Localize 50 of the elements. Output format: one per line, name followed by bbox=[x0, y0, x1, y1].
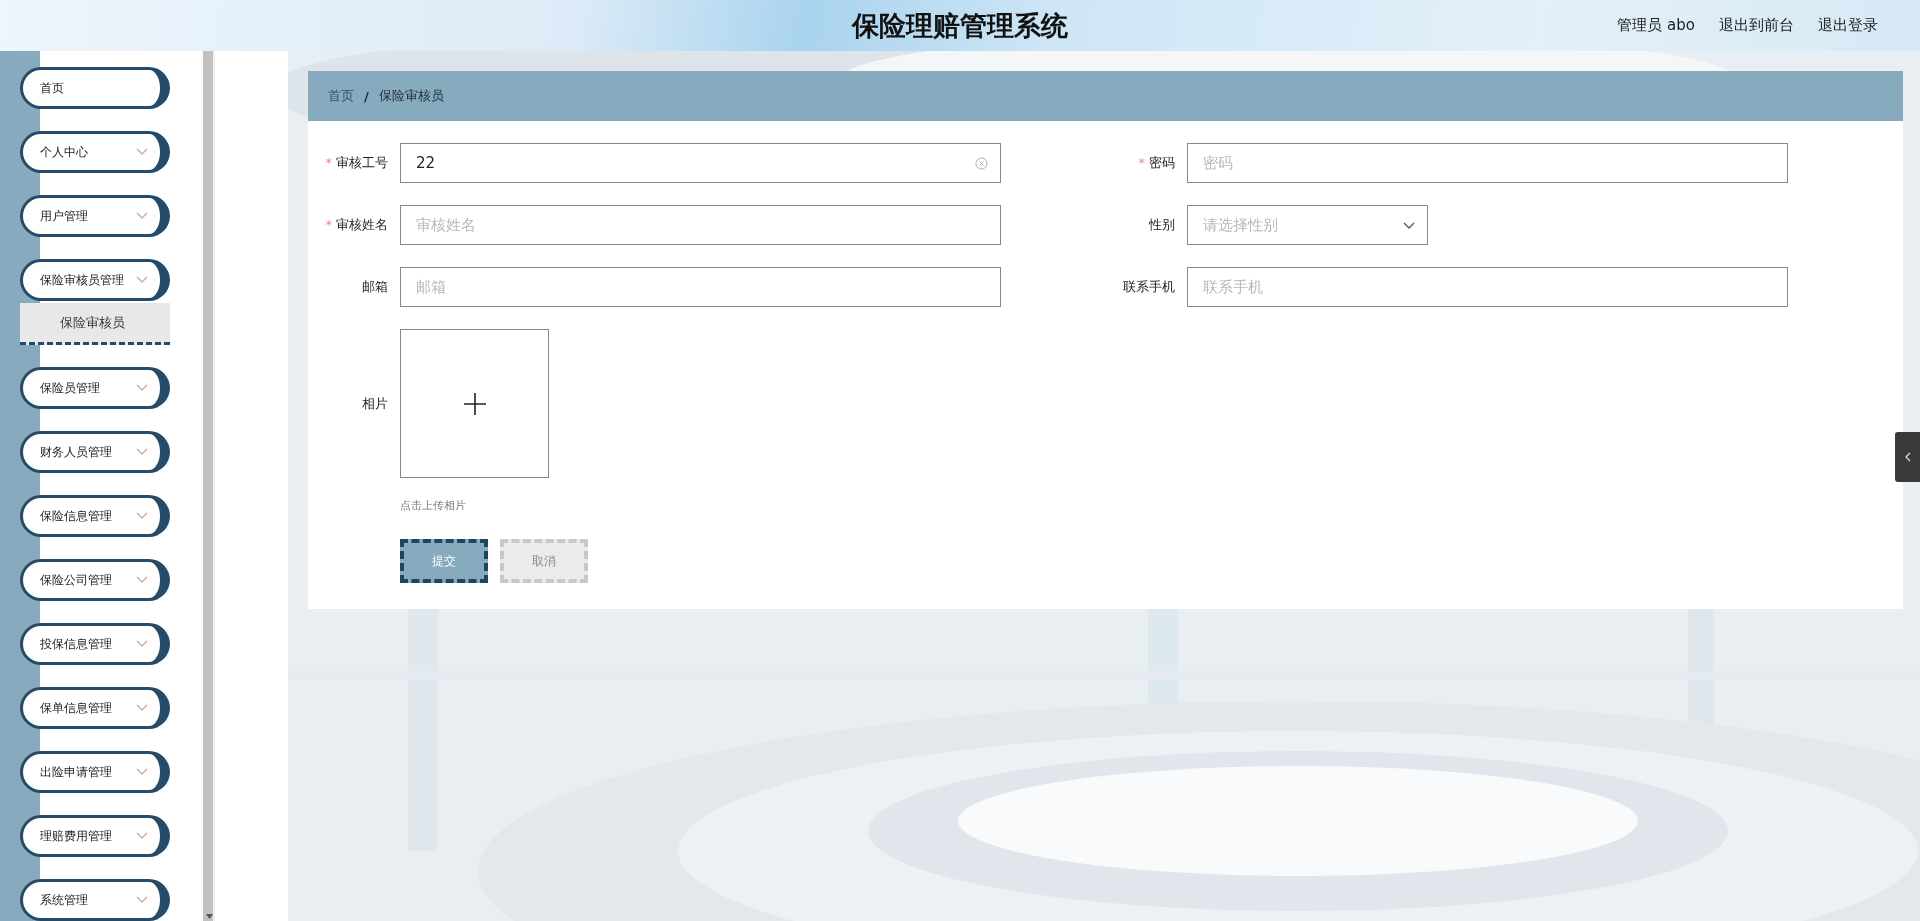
menu-item[interactable]: 系统管理 bbox=[20, 879, 170, 921]
menu-item[interactable]: 首页 bbox=[20, 67, 170, 109]
chevron-down-icon bbox=[136, 148, 148, 156]
upload-hint: 点击上传相片 bbox=[400, 498, 467, 513]
chevron-down-icon bbox=[136, 276, 148, 284]
clear-icon[interactable] bbox=[975, 156, 988, 170]
chevron-down-icon bbox=[136, 384, 148, 392]
header-link[interactable]: 退出登录 bbox=[1818, 16, 1878, 35]
menu-item[interactable]: 出险申请管理 bbox=[20, 751, 170, 793]
submenu-item[interactable]: 保险审核员 bbox=[20, 303, 170, 345]
field-label: 邮箱 bbox=[361, 278, 388, 296]
field-label: * 审核工号 bbox=[324, 154, 388, 172]
menu-item[interactable]: 财务人员管理 bbox=[20, 431, 170, 473]
field-label: * 审核姓名 bbox=[324, 216, 388, 234]
breadcrumb-link[interactable]: 首页 bbox=[328, 87, 354, 105]
menu-item[interactable]: 保险公司管理 bbox=[20, 559, 170, 601]
menu-item[interactable]: 保单信息管理 bbox=[20, 687, 170, 729]
app-title: 保险理赔管理系统 bbox=[852, 8, 1068, 43]
input-field[interactable]: 22 bbox=[400, 143, 1001, 183]
menu-item[interactable]: 保险审核员管理 bbox=[20, 259, 170, 301]
menu-item[interactable]: 用户管理 bbox=[20, 195, 170, 237]
menu-item[interactable]: 投保信息管理 bbox=[20, 623, 170, 665]
chevron-down-icon bbox=[136, 512, 148, 520]
scrollbar-thumb[interactable] bbox=[203, 51, 213, 921]
plus-icon bbox=[462, 391, 487, 416]
chevron-down-icon bbox=[136, 896, 148, 904]
chevron-down-icon bbox=[1403, 221, 1415, 229]
chevron-down-icon bbox=[136, 448, 148, 456]
chevron-down-icon bbox=[136, 704, 148, 712]
chevron-left-icon bbox=[1904, 452, 1911, 462]
scroll-down-icon[interactable] bbox=[206, 914, 213, 919]
field-label: 相片 bbox=[361, 395, 388, 413]
upload-box[interactable] bbox=[400, 329, 549, 478]
header-link[interactable]: 管理员 abo bbox=[1617, 16, 1695, 35]
menu-item[interactable]: 理赔费用管理 bbox=[20, 815, 170, 857]
chevron-down-icon bbox=[136, 832, 148, 840]
chevron-down-icon bbox=[136, 640, 148, 648]
chevron-down-icon bbox=[136, 212, 148, 220]
chevron-down-icon bbox=[136, 768, 148, 776]
header-link[interactable]: 退出到前台 bbox=[1719, 16, 1794, 35]
chevron-down-icon bbox=[136, 576, 148, 584]
menu-item[interactable]: 保险员管理 bbox=[20, 367, 170, 409]
collapse-handle[interactable] bbox=[1895, 432, 1920, 482]
breadcrumb-link[interactable]: 保险审核员 bbox=[378, 87, 444, 105]
breadcrumb-separator: / bbox=[364, 88, 369, 104]
field-label: 联系手机 bbox=[1122, 278, 1175, 296]
field-label: 性别 bbox=[1148, 216, 1175, 234]
field-label: * 密码 bbox=[1137, 154, 1175, 172]
menu-item[interactable]: 个人中心 bbox=[20, 131, 170, 173]
menu-item[interactable]: 保险信息管理 bbox=[20, 495, 170, 537]
